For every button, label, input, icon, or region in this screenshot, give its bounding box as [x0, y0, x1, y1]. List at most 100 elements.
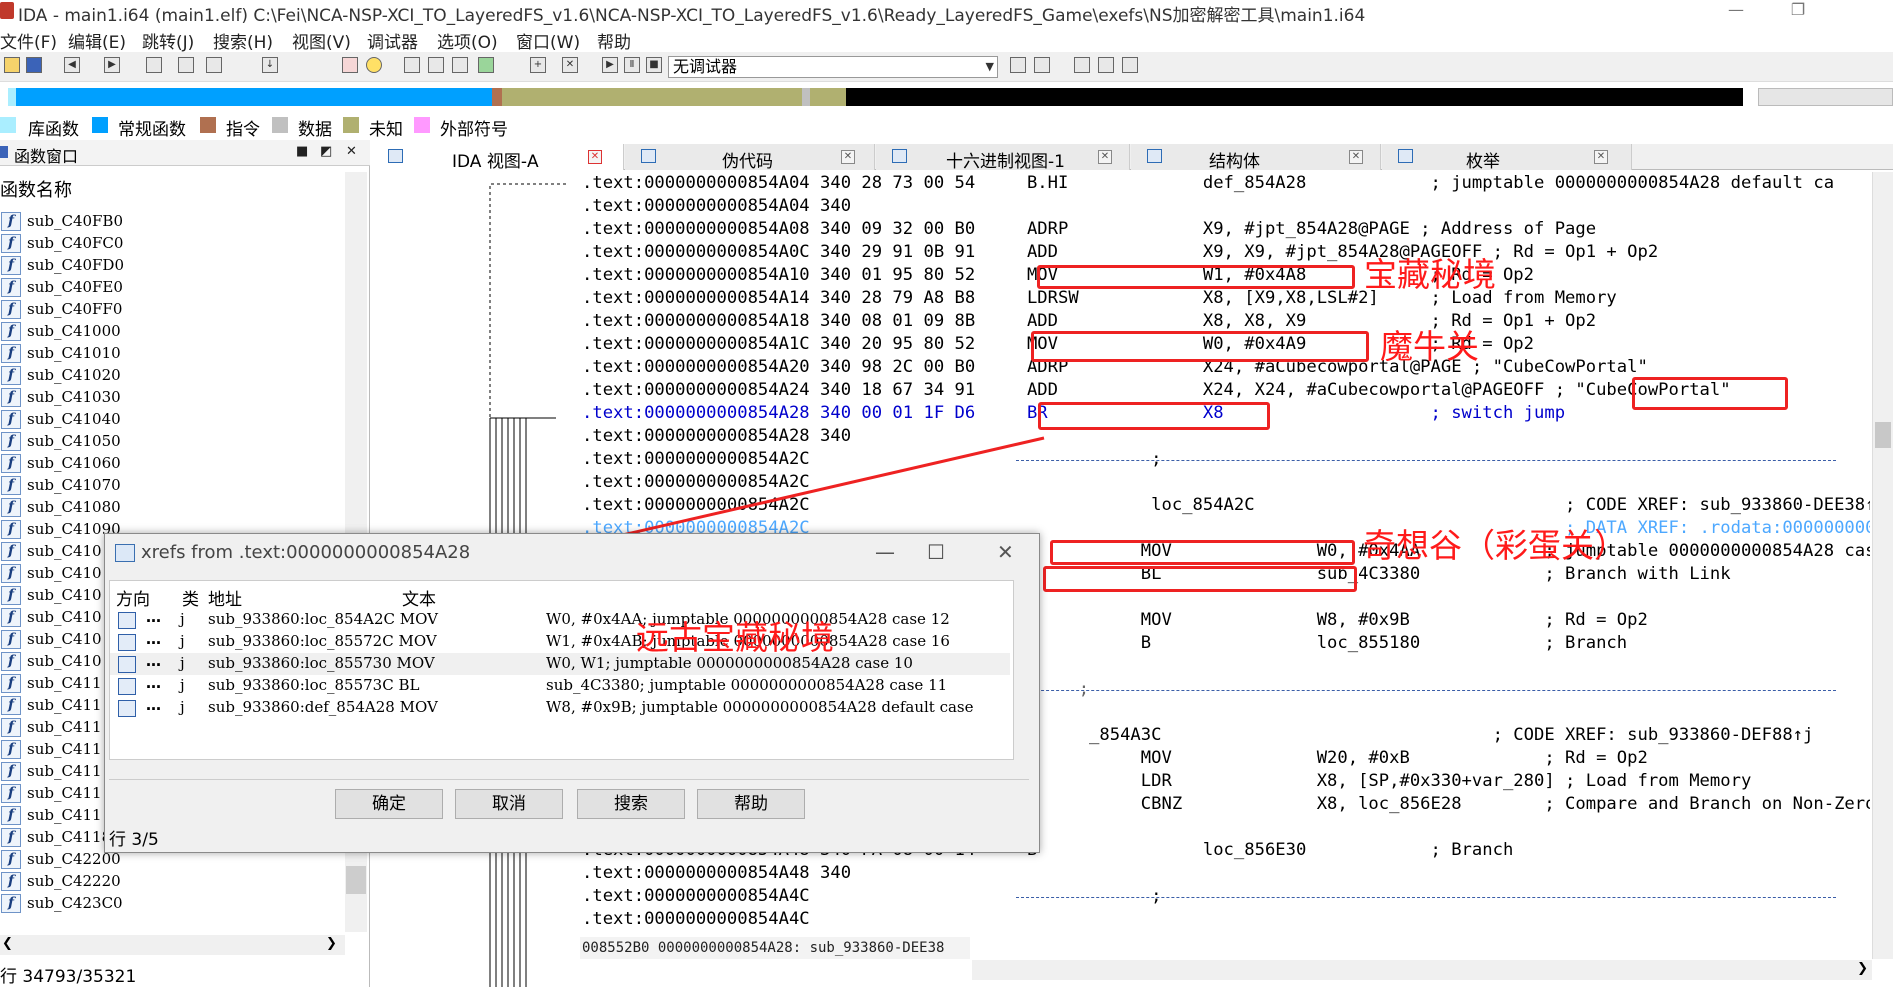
debugger-select[interactable]: 无调试器 ▼ — [668, 56, 998, 78]
listing-scrollbar[interactable] — [1872, 172, 1893, 959]
column-type[interactable]: 类 — [182, 585, 199, 610]
close-icon[interactable]: ✕ — [562, 57, 578, 73]
menu-debugger[interactable]: 调试器 — [367, 28, 418, 53]
navigation-band[interactable] — [8, 88, 1743, 106]
minimize-panel-icon[interactable]: ■ — [296, 144, 308, 159]
listing-line[interactable]: .text:0000000000854A48 340 — [582, 862, 851, 885]
open-icon[interactable] — [4, 57, 20, 73]
function-list-hscrollbar[interactable]: ❮ ❯ — [0, 935, 345, 955]
function-list-item[interactable]: f sub_C41030 — [0, 386, 350, 408]
cancel-button[interactable]: 取消 — [455, 789, 563, 819]
listing-hscrollbar[interactable]: ❯ — [972, 960, 1872, 980]
column-text[interactable]: 文本 — [402, 585, 436, 610]
xref-row[interactable]: … j sub_933860:loc_855730 MOV W0, W1; jumpt… — [110, 652, 1010, 675]
listing-line[interactable]: .text:0000000000854A0C 340 29 91 0B 91 A… — [582, 241, 1658, 264]
attach-icon[interactable] — [1010, 57, 1026, 73]
stop-debug-icon[interactable]: ■ — [646, 57, 662, 73]
maximize-icon[interactable]: ☐ — [927, 540, 945, 564]
menu-view[interactable]: 视图(V) — [292, 28, 351, 53]
scroll-right-icon[interactable]: ❯ — [1857, 961, 1868, 976]
scrollbar-thumb[interactable] — [1875, 422, 1891, 448]
minimize-icon[interactable]: — — [875, 540, 895, 564]
function-list-item[interactable]: f sub_C41000 — [0, 320, 350, 342]
menu-edit[interactable]: 编辑(E) — [68, 28, 126, 53]
search-text-icon[interactable] — [178, 57, 194, 73]
tab-structures[interactable]: 结构体 ✕ — [1131, 144, 1381, 172]
tab-pseudocode[interactable]: 伪代码 ✕ — [625, 144, 875, 172]
menu-file[interactable]: 文件(F) — [0, 28, 57, 53]
tab-hex-view[interactable]: 十六进制视图-1 ✕ — [876, 144, 1130, 172]
xrefs-list[interactable]: 方向 类 地址 文本 … j sub_933860:loc_854A2C MOV W0… — [109, 580, 1014, 760]
back-icon[interactable]: ◀ — [64, 57, 80, 73]
column-direction[interactable]: 方向 — [116, 585, 150, 610]
listing-line[interactable]: .text:0000000000854A28 340 — [582, 425, 851, 448]
segment-icon[interactable] — [452, 57, 468, 73]
function-list-item[interactable]: f sub_C41070 — [0, 474, 350, 496]
help-button[interactable]: 帮助 — [697, 789, 805, 819]
column-address[interactable]: 地址 — [208, 585, 242, 610]
scrollbar-thumb[interactable] — [346, 866, 366, 894]
function-list-item[interactable]: f sub_C41050 — [0, 430, 350, 452]
restore-button[interactable]: ❐ — [1778, 0, 1818, 22]
close-tab-icon[interactable]: ✕ — [1594, 150, 1608, 164]
scroll-right-icon[interactable]: ❯ — [326, 936, 337, 951]
pause-icon[interactable]: Ⅱ — [624, 57, 640, 73]
xref-row[interactable]: … j sub_933860:loc_854A2C MOV W0, #0x4AA; j… — [110, 608, 1010, 631]
xref-row[interactable]: … j sub_933860:def_854A28 MOV W8, #0x9B; ju… — [110, 696, 1010, 719]
enum-icon[interactable] — [428, 57, 444, 73]
function-list-item[interactable]: f sub_C423C0 — [0, 892, 350, 914]
float-panel-icon[interactable]: ◩ — [320, 144, 332, 159]
play-icon[interactable]: ▶ — [602, 57, 618, 73]
listing-line[interactable]: .text:0000000000854A2C loc_854A2C ; CODE… — [582, 494, 1870, 517]
function-list-item[interactable]: f sub_C40FB0 — [0, 210, 350, 232]
function-list-item[interactable]: f sub_C41010 — [0, 342, 350, 364]
search-binary-icon[interactable] — [206, 57, 222, 73]
menu-search[interactable]: 搜索(H) — [213, 28, 273, 53]
function-list-item[interactable]: f sub_C40FD0 — [0, 254, 350, 276]
save-icon[interactable] — [26, 57, 42, 73]
function-name-column[interactable]: 函数名称 — [0, 176, 72, 202]
function-list-item[interactable]: f sub_C40FE0 — [0, 276, 350, 298]
struct-icon[interactable] — [404, 57, 420, 73]
function-list-item[interactable]: f sub_C40FC0 — [0, 232, 350, 254]
down-icon[interactable]: ↓ — [262, 57, 278, 73]
listing-line[interactable]: .text:0000000000854A04 340 — [582, 195, 851, 218]
close-tab-icon[interactable]: ✕ — [588, 150, 602, 164]
stop-icon[interactable] — [342, 57, 358, 73]
close-tab-icon[interactable]: ✕ — [841, 150, 855, 164]
ok-button[interactable]: 确定 — [335, 789, 443, 819]
listing-line[interactable]: .text:0000000000854A08 340 09 32 00 B0 A… — [582, 218, 1596, 241]
listing-line[interactable]: .text:0000000000854A2C — [582, 471, 810, 494]
close-icon[interactable]: ✕ — [997, 540, 1014, 564]
function-list-item[interactable]: f sub_C41060 — [0, 452, 350, 474]
light-icon[interactable] — [366, 57, 382, 73]
nav-scroll[interactable] — [1758, 88, 1893, 106]
menu-options[interactable]: 选项(O) — [437, 28, 498, 53]
tab-ida-view[interactable]: IDA 视图-A ✕ — [372, 144, 624, 172]
plugin-icon[interactable] — [478, 57, 494, 73]
menu-jump[interactable]: 跳转(J) — [142, 28, 194, 53]
breakpoint-icon[interactable] — [1098, 57, 1114, 73]
list-icon[interactable] — [1074, 57, 1090, 73]
listing-line[interactable]: .text:0000000000854A24 340 18 67 34 91 A… — [582, 379, 1731, 402]
listing-line[interactable]: .text:0000000000854A4C — [582, 908, 810, 931]
close-tab-icon[interactable]: ✕ — [1349, 150, 1363, 164]
function-list-item[interactable]: f sub_C41080 — [0, 496, 350, 518]
minimize-button[interactable]: — — [1716, 0, 1756, 22]
forward-icon[interactable]: ▶ — [104, 57, 120, 73]
xref-row[interactable]: … j sub_933860:loc_85573C BL sub_4C3380; ju… — [110, 674, 1010, 697]
function-list-item[interactable]: f sub_C42220 — [0, 870, 350, 892]
close-panel-icon[interactable]: ✕ — [346, 144, 357, 159]
trace-icon[interactable] — [1122, 57, 1138, 73]
menu-window[interactable]: 窗口(W) — [516, 28, 580, 53]
close-tab-icon[interactable]: ✕ — [1098, 150, 1112, 164]
tab-enums[interactable]: 枚举 ✕ — [1382, 144, 1632, 172]
add-icon[interactable]: + — [530, 57, 546, 73]
function-list-item[interactable]: f sub_C41040 — [0, 408, 350, 430]
listing-line[interactable]: .text:0000000000854A04 340 28 73 00 54 B… — [582, 172, 1834, 195]
menu-help[interactable]: 帮助 — [597, 28, 631, 53]
function-list-item[interactable]: f sub_C41020 — [0, 364, 350, 386]
function-list-item[interactable]: f sub_C40FF0 — [0, 298, 350, 320]
copy-icon[interactable] — [146, 57, 162, 73]
detach-icon[interactable] — [1034, 57, 1050, 73]
